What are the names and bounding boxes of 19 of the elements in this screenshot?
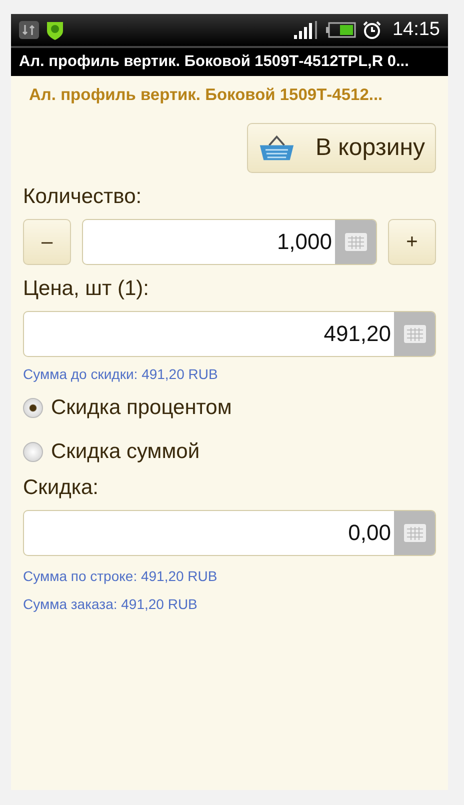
product-heading: Ал. профиль вертик. Боковой 1509Т-4512... — [28, 86, 384, 105]
increment-button[interactable]: + — [388, 219, 436, 265]
clock-time: 14:15 — [392, 19, 440, 41]
total-text: Сумма по строке: 491,20 RUB — [23, 568, 218, 584]
price-field[interactable]: 491,20 — [23, 311, 436, 357]
subtotal-text: Сумма до скидки: 491,20 RUB — [23, 366, 219, 382]
total-text: Сумма заказа: 491,20 RUB — [23, 596, 198, 612]
add-to-cart-button[interactable]: В корзину — [247, 123, 436, 173]
discount-field[interactable]: 0,00 — [23, 510, 436, 556]
quantity-label: Количество: — [23, 185, 143, 209]
quantity-field[interactable]: 1,000 — [82, 219, 377, 265]
discount-label: Скидка: — [23, 476, 100, 500]
discount-type-option[interactable]: Скидка процентом — [23, 396, 436, 420]
decrement-button[interactable]: – — [23, 219, 71, 265]
price-label: Цена, шт (1): — [23, 277, 150, 301]
window-title: Ал. профиль вертик. Боковой 1509Т-4512TPL,R 0... — [19, 53, 409, 71]
discount-type-option[interactable]: Скидка суммой — [23, 440, 436, 464]
option-label: Скидка процентом — [51, 396, 232, 420]
option-label: Скидка суммой — [51, 440, 200, 464]
